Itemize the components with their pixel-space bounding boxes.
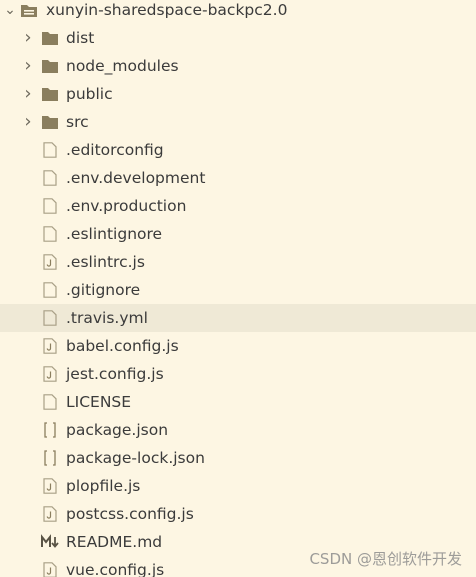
file-row[interactable]: .gitignore [0, 276, 476, 304]
file-row[interactable]: plopfile.js [0, 472, 476, 500]
folder-label: dist [66, 29, 95, 47]
js-file-icon [43, 254, 57, 270]
file-label: .eslintignore [66, 225, 163, 243]
file-row[interactable]: .travis.yml [0, 304, 476, 332]
file-icon [43, 282, 57, 298]
folder-row[interactable]: › node_modules [0, 52, 476, 80]
file-label: .gitignore [66, 281, 141, 299]
file-label: .editorconfig [66, 141, 164, 159]
file-row[interactable]: postcss.config.js [0, 500, 476, 528]
folder-icon [42, 88, 58, 101]
chevron-right-icon[interactable]: › [21, 24, 35, 52]
chevron-right-icon[interactable]: › [21, 80, 35, 108]
file-row[interactable]: .env.development [0, 164, 476, 192]
markdown-file-icon [41, 534, 59, 548]
js-file-icon [43, 366, 57, 382]
folder-label: node_modules [66, 57, 179, 75]
js-file-icon [43, 562, 57, 577]
file-row[interactable]: README.md [0, 528, 476, 556]
folder-icon [42, 60, 58, 73]
file-label: .env.development [66, 169, 206, 187]
file-label: package.json [66, 421, 169, 439]
file-label: jest.config.js [66, 365, 164, 383]
file-row[interactable]: .eslintrc.js [0, 248, 476, 276]
file-label: vue.config.js [66, 561, 165, 577]
folder-root-icon [21, 5, 37, 17]
file-label: .eslintrc.js [66, 253, 145, 271]
file-icon [43, 226, 57, 242]
file-label: .env.production [66, 197, 187, 215]
js-file-icon [43, 338, 57, 354]
chevron-down-icon[interactable]: ⌄ [3, 0, 17, 24]
root-folder-label: xunyin-sharedspace-backpc2.0 [46, 1, 288, 19]
folder-row[interactable]: › dist [0, 24, 476, 52]
file-label: .travis.yml [66, 309, 148, 327]
json-file-icon [44, 422, 56, 438]
file-label: postcss.config.js [66, 505, 194, 523]
tree-root[interactable]: ⌄ xunyin-sharedspace-backpc2.0 [0, 0, 476, 24]
folder-icon [42, 116, 58, 129]
folder-row[interactable]: › public [0, 80, 476, 108]
file-label: plopfile.js [66, 477, 141, 495]
file-icon [43, 142, 57, 158]
folder-label: src [66, 113, 89, 131]
chevron-right-icon[interactable]: › [21, 108, 35, 136]
file-icon [43, 310, 57, 326]
file-row[interactable]: LICENSE [0, 388, 476, 416]
folder-label: public [66, 85, 113, 103]
file-label: package-lock.json [66, 449, 205, 467]
file-row[interactable]: package.json [0, 416, 476, 444]
file-row[interactable]: .env.production [0, 192, 476, 220]
file-row[interactable]: vue.config.js [0, 556, 476, 577]
file-icon [43, 198, 57, 214]
file-row[interactable]: babel.config.js [0, 332, 476, 360]
file-row[interactable]: jest.config.js [0, 360, 476, 388]
file-row[interactable]: package-lock.json [0, 444, 476, 472]
file-row[interactable]: .editorconfig [0, 136, 476, 164]
file-label: LICENSE [66, 393, 132, 411]
file-icon [43, 170, 57, 186]
file-icon [43, 394, 57, 410]
chevron-right-icon[interactable]: › [21, 52, 35, 80]
folder-icon [42, 32, 58, 45]
file-label: README.md [66, 533, 163, 551]
js-file-icon [43, 506, 57, 522]
json-file-icon [44, 450, 56, 466]
file-row[interactable]: .eslintignore [0, 220, 476, 248]
file-explorer: ⌄ xunyin-sharedspace-backpc2.0 › dist › nod… [0, 0, 476, 577]
js-file-icon [43, 478, 57, 494]
folder-row[interactable]: › src [0, 108, 476, 136]
file-label: babel.config.js [66, 337, 179, 355]
